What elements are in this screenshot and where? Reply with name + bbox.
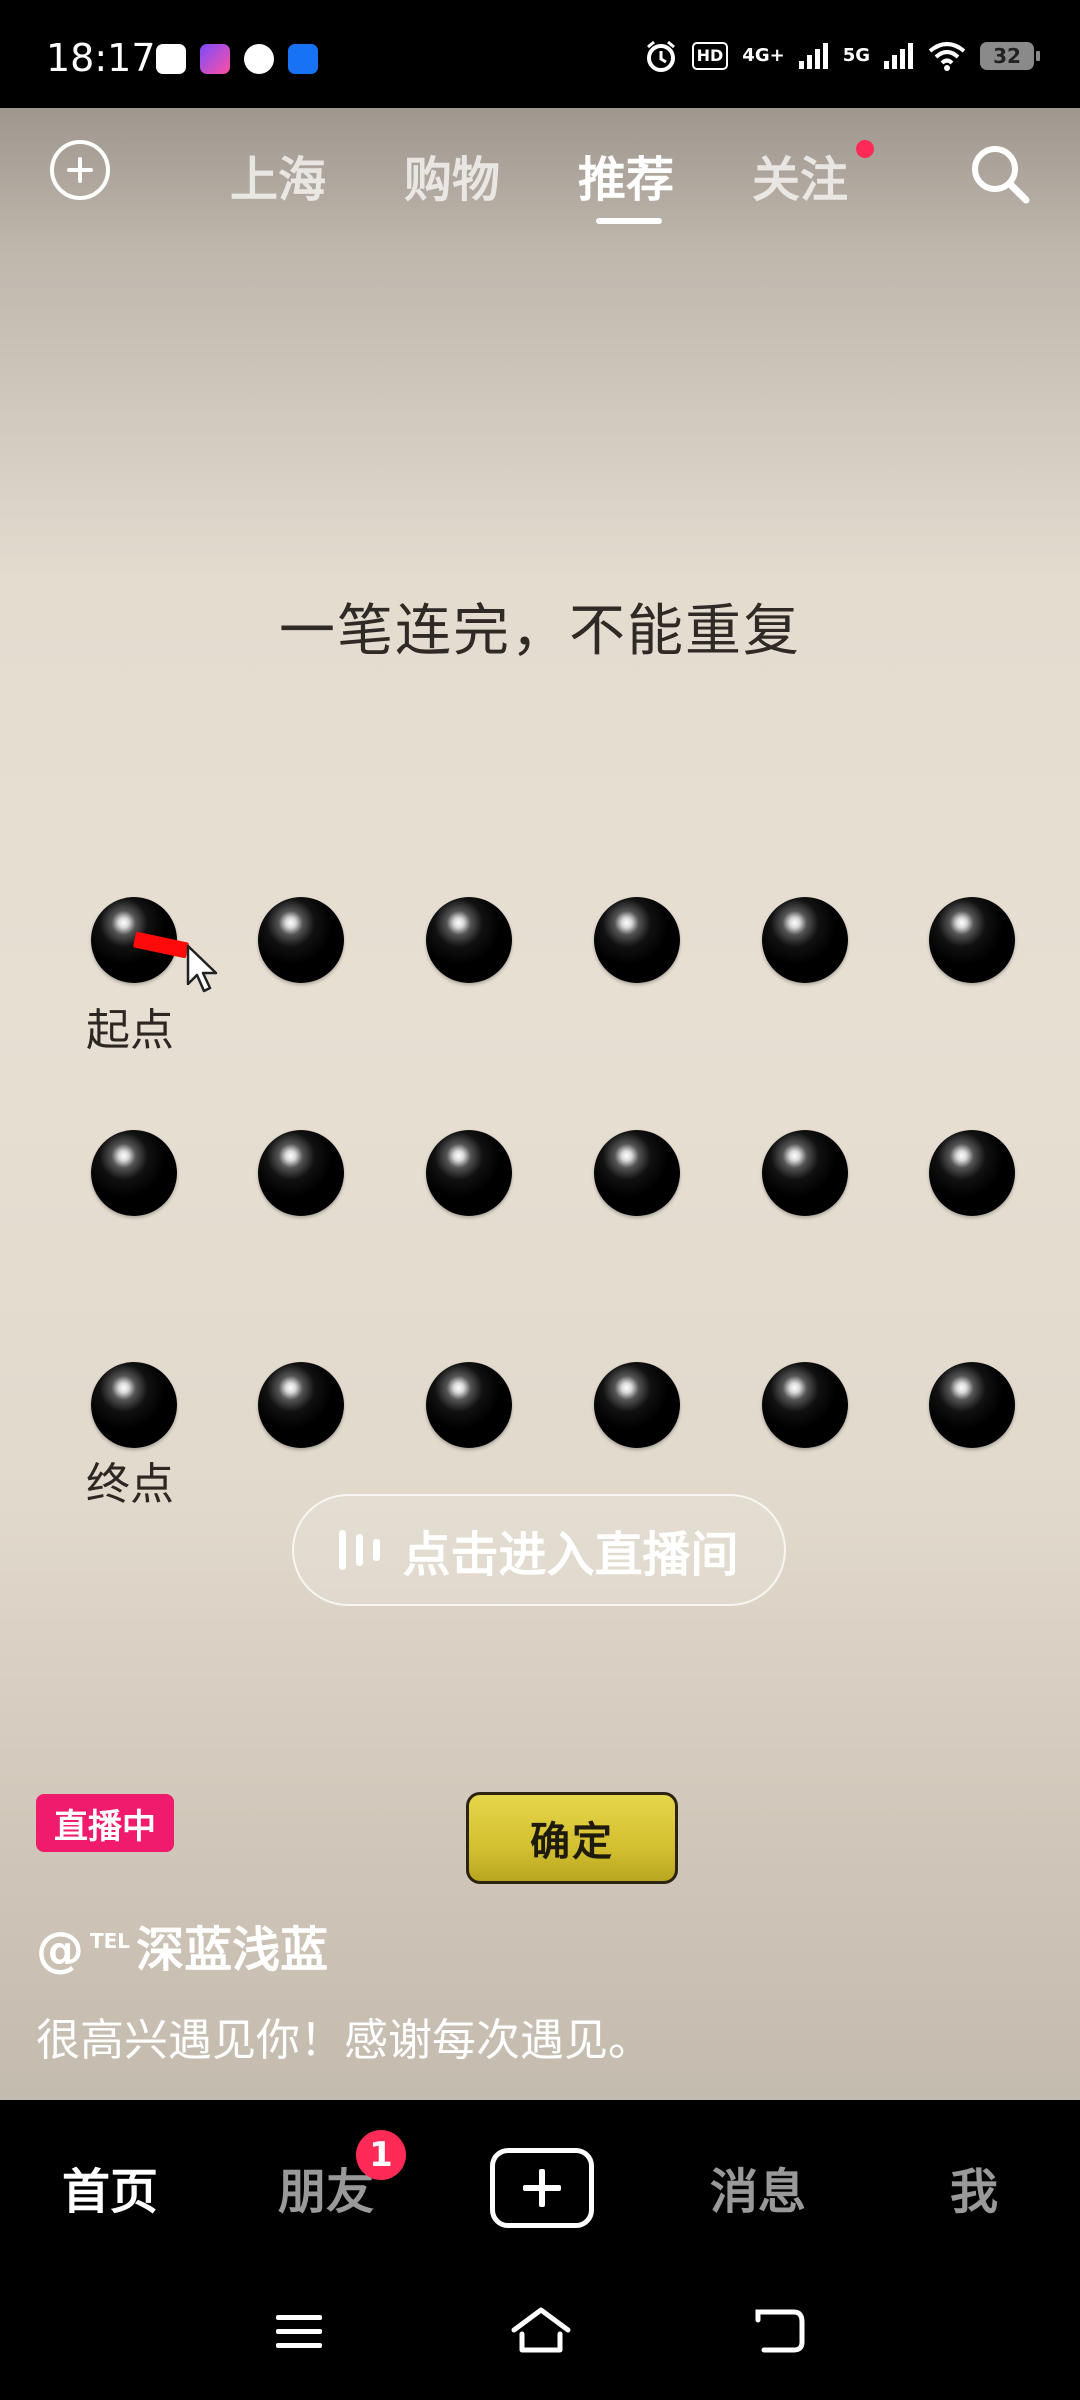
status-bar: 18:17 HD 4G+ 5G 32 bbox=[0, 0, 1080, 108]
enter-live-room-button[interactable]: 点击进入直播间 bbox=[292, 1494, 786, 1606]
live-status-badge[interactable]: 直播中 bbox=[36, 1794, 174, 1852]
active-tab-indicator bbox=[596, 218, 662, 224]
live-bars-icon bbox=[339, 1527, 381, 1573]
search-icon[interactable] bbox=[968, 142, 1032, 206]
network-5g-label: 5G bbox=[842, 45, 870, 66]
puzzle-dot[interactable] bbox=[426, 1362, 512, 1448]
puzzle-dot[interactable] bbox=[258, 1130, 344, 1216]
nav-messages[interactable]: 消息 bbox=[710, 2152, 806, 2222]
puzzle-dot[interactable] bbox=[258, 897, 344, 983]
battery-icon: 32 bbox=[980, 42, 1040, 70]
puzzle-dot[interactable] bbox=[594, 897, 680, 983]
puzzle-dot[interactable] bbox=[762, 897, 848, 983]
nav-home[interactable]: 首页 bbox=[62, 2152, 158, 2222]
tab-shanghai[interactable]: 上海 bbox=[230, 140, 326, 210]
network-4g-label: 4G+ bbox=[742, 45, 785, 66]
end-label: 终点 bbox=[86, 1459, 174, 1510]
signal-icon bbox=[884, 43, 913, 69]
puzzle-rule-text: 一笔连完，不能重复 bbox=[279, 599, 801, 664]
menu-icon[interactable] bbox=[274, 2312, 326, 2352]
back-icon[interactable] bbox=[754, 2306, 806, 2356]
confirm-button[interactable]: 确定 bbox=[466, 1792, 678, 1884]
author-handle[interactable]: @ TEL 深蓝浅蓝 bbox=[36, 1910, 328, 1980]
puzzle-dot[interactable] bbox=[762, 1362, 848, 1448]
puzzle-dot[interactable] bbox=[929, 1130, 1015, 1216]
author-at: @ bbox=[36, 1922, 84, 1978]
home-icon[interactable] bbox=[510, 2306, 572, 2356]
status-time: 18:17 bbox=[46, 36, 156, 80]
puzzle-dot[interactable] bbox=[594, 1130, 680, 1216]
following-new-dot bbox=[856, 140, 874, 158]
puzzle-dot[interactable] bbox=[426, 1130, 512, 1216]
cursor-icon bbox=[186, 944, 218, 993]
wifi-icon bbox=[928, 42, 966, 71]
battery-level: 32 bbox=[993, 44, 1021, 68]
puzzle-dot[interactable] bbox=[258, 1362, 344, 1448]
notification-app-icon bbox=[244, 44, 274, 74]
nav-me[interactable]: 我 bbox=[950, 2152, 998, 2222]
tab-shopping[interactable]: 购物 bbox=[404, 140, 500, 210]
video-caption[interactable]: 很高兴遇见你！感谢每次遇见。 bbox=[36, 2004, 652, 2068]
status-indicators: HD 4G+ 5G 32 bbox=[644, 34, 1040, 78]
signal-icon bbox=[798, 43, 828, 69]
bottom-nav: 首页 朋友 1 消息 我 bbox=[0, 2100, 1080, 2268]
author-name: 深蓝浅蓝 bbox=[136, 1922, 329, 1978]
top-nav: 上海 购物 推荐 关注 bbox=[0, 108, 1080, 238]
puzzle-dot[interactable] bbox=[929, 897, 1015, 983]
video-feed[interactable]: 上海 购物 推荐 关注 一笔连完，不能重复 起点 终点 点击进入直播间 直播中 … bbox=[0, 108, 1080, 2100]
zhihu-icon bbox=[288, 44, 318, 74]
add-circle-icon[interactable] bbox=[50, 140, 110, 200]
puzzle-dot[interactable] bbox=[929, 1362, 1015, 1448]
puzzle-dot[interactable] bbox=[762, 1130, 848, 1216]
system-nav-bar bbox=[0, 2268, 1080, 2400]
notification-app-icon bbox=[156, 44, 186, 74]
create-post-button[interactable] bbox=[490, 2148, 594, 2228]
alarm-icon bbox=[646, 40, 675, 72]
puzzle-dot[interactable] bbox=[594, 1362, 680, 1448]
puzzle-dot[interactable] bbox=[426, 897, 512, 983]
author-tag: TEL bbox=[90, 1929, 131, 1953]
enter-live-room-label: 点击进入直播间 bbox=[402, 1527, 739, 1583]
tab-following[interactable]: 关注 bbox=[752, 140, 848, 210]
start-label: 起点 bbox=[86, 1005, 174, 1056]
hd-indicator: HD bbox=[691, 42, 729, 70]
notification-app-icon bbox=[200, 44, 230, 74]
tab-recommended[interactable]: 推荐 bbox=[578, 140, 674, 210]
puzzle-dot[interactable] bbox=[91, 1362, 177, 1448]
puzzle-dot[interactable] bbox=[91, 1130, 177, 1216]
friends-notification-badge: 1 bbox=[356, 2130, 406, 2180]
